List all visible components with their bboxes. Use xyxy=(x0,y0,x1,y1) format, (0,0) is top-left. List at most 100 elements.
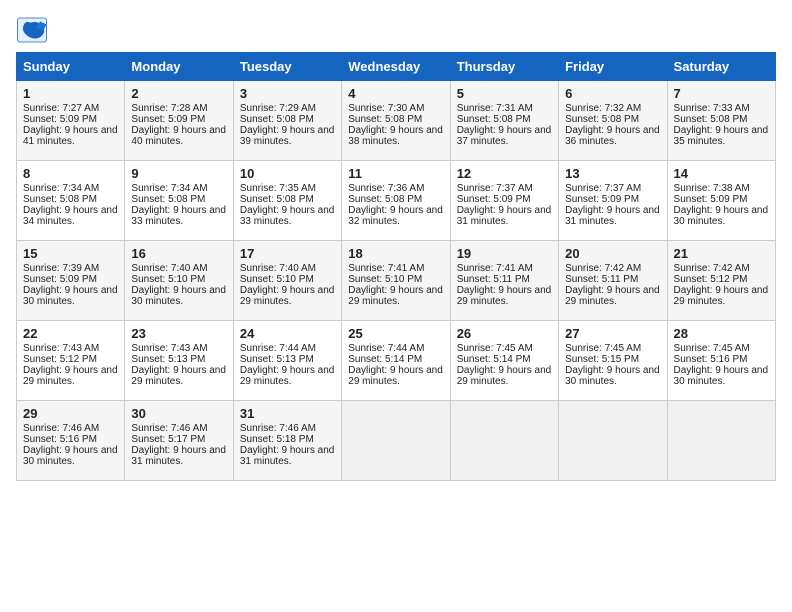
sunrise-label: Sunrise: 7:40 AM xyxy=(131,263,207,274)
sunrise-label: Sunrise: 7:29 AM xyxy=(240,103,316,114)
daylight-label: Daylight: 9 hours and 33 minutes. xyxy=(240,205,335,227)
daylight-label: Daylight: 9 hours and 30 minutes. xyxy=(674,205,769,227)
sunset-label: Sunset: 5:10 PM xyxy=(131,274,205,285)
daylight-label: Daylight: 9 hours and 29 minutes. xyxy=(348,285,443,307)
daylight-label: Daylight: 9 hours and 29 minutes. xyxy=(674,285,769,307)
sunrise-label: Sunrise: 7:44 AM xyxy=(240,343,316,354)
sunrise-label: Sunrise: 7:38 AM xyxy=(674,183,750,194)
day-number: 15 xyxy=(23,246,118,261)
sunrise-label: Sunrise: 7:36 AM xyxy=(348,183,424,194)
day-number: 8 xyxy=(23,166,118,181)
day-cell-13: 13Sunrise: 7:37 AMSunset: 5:09 PMDayligh… xyxy=(559,161,667,241)
day-cell-16: 16Sunrise: 7:40 AMSunset: 5:10 PMDayligh… xyxy=(125,241,233,321)
sunset-label: Sunset: 5:08 PM xyxy=(23,194,97,205)
daylight-label: Daylight: 9 hours and 38 minutes. xyxy=(348,125,443,147)
day-number: 16 xyxy=(131,246,226,261)
day-number: 1 xyxy=(23,86,118,101)
day-cell-21: 21Sunrise: 7:42 AMSunset: 5:12 PMDayligh… xyxy=(667,241,775,321)
sunset-label: Sunset: 5:09 PM xyxy=(23,274,97,285)
day-cell-12: 12Sunrise: 7:37 AMSunset: 5:09 PMDayligh… xyxy=(450,161,558,241)
empty-cell xyxy=(667,401,775,481)
calendar-week-2: 8Sunrise: 7:34 AMSunset: 5:08 PMDaylight… xyxy=(17,161,776,241)
daylight-label: Daylight: 9 hours and 29 minutes. xyxy=(457,285,552,307)
day-number: 31 xyxy=(240,406,335,421)
sunset-label: Sunset: 5:10 PM xyxy=(240,274,314,285)
logo-icon xyxy=(16,16,48,44)
day-cell-25: 25Sunrise: 7:44 AMSunset: 5:14 PMDayligh… xyxy=(342,321,450,401)
day-cell-11: 11 Sunrise: 7:36 AMSunset: 5:08 PMDayligh… xyxy=(342,161,450,241)
sunset-label: Sunset: 5:11 PM xyxy=(565,274,638,285)
day-number: 17 xyxy=(240,246,335,261)
sunset-label: Sunset: 5:08 PM xyxy=(131,194,205,205)
day-number: 2 xyxy=(131,86,226,101)
daylight-label: Daylight: 9 hours and 29 minutes. xyxy=(565,285,660,307)
calendar-body: 1Sunrise: 7:27 AMSunset: 5:09 PMDaylight… xyxy=(17,81,776,481)
day-number: 18 xyxy=(348,246,443,261)
day-cell-15: 15Sunrise: 7:39 AMSunset: 5:09 PMDayligh… xyxy=(17,241,125,321)
day-number: 4 xyxy=(348,86,443,101)
day-cell-2: 2Sunrise: 7:28 AMSunset: 5:09 PMDaylight… xyxy=(125,81,233,161)
day-cell-26: 26Sunrise: 7:45 AMSunset: 5:14 PMDayligh… xyxy=(450,321,558,401)
sunset-label: Sunset: 5:09 PM xyxy=(565,194,639,205)
empty-cell xyxy=(559,401,667,481)
daylight-label: Daylight: 9 hours and 29 minutes. xyxy=(457,365,552,387)
daylight-label: Daylight: 9 hours and 29 minutes. xyxy=(23,365,118,387)
col-tuesday: Tuesday xyxy=(233,53,341,81)
day-cell-14: 14 Sunrise: 7:38 AMSunset: 5:09 PMDayligh… xyxy=(667,161,775,241)
sunrise-label: Sunrise: 7:43 AM xyxy=(131,343,207,354)
sunrise-label: Sunrise: 7:41 AM xyxy=(348,263,424,274)
sunset-label: Sunset: 5:09 PM xyxy=(23,114,97,125)
calendar-week-3: 15 Sunrise: 7:39 AMSunset: 5:09 PM Dayligh… xyxy=(17,241,776,321)
day-number: 11 xyxy=(348,166,443,181)
sunrise-label: Sunrise: 7:31 AM xyxy=(457,103,533,114)
col-thursday: Thursday xyxy=(450,53,558,81)
day-cell-19: 19Sunrise: 7:41 AMSunset: 5:11 PMDayligh… xyxy=(450,241,558,321)
sunrise-label: Sunrise: 7:34 AM xyxy=(23,183,99,194)
day-number: 21 xyxy=(674,246,769,261)
day-cell-18: 18Sunrise: 7:41 AMSunset: 5:10 PMDayligh… xyxy=(342,241,450,321)
sunrise-label: Sunrise: 7:30 AM xyxy=(348,103,424,114)
day-cell-1: 1Sunrise: 7:27 AMSunset: 5:09 PMDaylight… xyxy=(17,81,125,161)
day-cell-31: 31Sunrise: 7:46 AMSunset: 5:18 PMDayligh… xyxy=(233,401,341,481)
sunset-label: Sunset: 5:09 PM xyxy=(674,194,748,205)
sunrise-label: Sunrise: 7:46 AM xyxy=(240,423,316,434)
sunset-label: Sunset: 5:15 PM xyxy=(565,354,639,365)
page-header xyxy=(16,16,776,44)
sunset-label: Sunset: 5:17 PM xyxy=(131,434,205,445)
sunrise-label: Sunrise: 7:44 AM xyxy=(348,343,424,354)
sunrise-label: Sunrise: 7:42 AM xyxy=(565,263,641,274)
day-number: 28 xyxy=(674,326,769,341)
col-monday: Monday xyxy=(125,53,233,81)
calendar-week-1: 1Sunrise: 7:27 AMSunset: 5:09 PMDaylight… xyxy=(17,81,776,161)
day-number: 24 xyxy=(240,326,335,341)
day-number: 14 xyxy=(674,166,769,181)
day-cell-5: 5Sunrise: 7:31 AMSunset: 5:08 PMDaylight… xyxy=(450,81,558,161)
sunrise-label: Sunrise: 7:40 AM xyxy=(240,263,316,274)
daylight-label: Daylight: 9 hours and 35 minutes. xyxy=(674,125,769,147)
day-number: 6 xyxy=(565,86,660,101)
empty-cell xyxy=(450,401,558,481)
sunrise-label: Sunrise: 7:37 AM xyxy=(457,183,533,194)
daylight-label: Daylight: 9 hours and 32 minutes. xyxy=(348,205,443,227)
day-cell-3: 3Sunrise: 7:29 AMSunset: 5:08 PMDaylight… xyxy=(233,81,341,161)
daylight-label: Daylight: 9 hours and 39 minutes. xyxy=(240,125,335,147)
sunrise-label: Sunrise: 7:37 AM xyxy=(565,183,641,194)
sunset-label: Sunset: 5:12 PM xyxy=(674,274,748,285)
day-number: 9 xyxy=(131,166,226,181)
sunrise-label: Sunrise: 7:33 AM xyxy=(674,103,750,114)
day-cell-20: 20Sunrise: 7:42 AMSunset: 5:11 PMDayligh… xyxy=(559,241,667,321)
calendar-week-4: 22Sunrise: 7:43 AMSunset: 5:12 PMDayligh… xyxy=(17,321,776,401)
day-cell-10: 10Sunrise: 7:35 AMSunset: 5:08 PMDayligh… xyxy=(233,161,341,241)
sunrise-label: Sunrise: 7:39 AM xyxy=(23,263,99,274)
daylight-label: Daylight: 9 hours and 31 minutes. xyxy=(457,205,552,227)
sunset-label: Sunset: 5:14 PM xyxy=(348,354,422,365)
day-number: 22 xyxy=(23,326,118,341)
day-cell-17: 17Sunrise: 7:40 AMSunset: 5:10 PMDayligh… xyxy=(233,241,341,321)
calendar-week-5: 29Sunrise: 7:46 AMSunset: 5:16 PMDayligh… xyxy=(17,401,776,481)
sunset-label: Sunset: 5:16 PM xyxy=(674,354,748,365)
daylight-label: Daylight: 9 hours and 33 minutes. xyxy=(131,205,226,227)
sunset-label: Sunset: 5:08 PM xyxy=(348,194,422,205)
day-number: 30 xyxy=(131,406,226,421)
sunset-label: Sunset: 5:08 PM xyxy=(348,114,422,125)
day-number: 26 xyxy=(457,326,552,341)
